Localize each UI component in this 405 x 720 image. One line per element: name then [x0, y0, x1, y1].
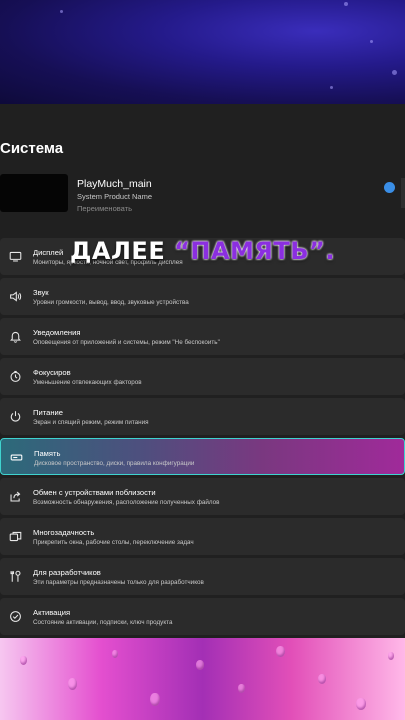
rename-link[interactable]: Переименовать: [77, 204, 132, 213]
device-thumbnail: [0, 174, 68, 212]
settings-item-subtitle: Дисковое пространство, диски, правила ко…: [34, 460, 195, 467]
settings-item-title: Питание: [33, 408, 63, 417]
bell-icon: [9, 330, 22, 343]
focus-icon: [9, 370, 22, 383]
settings-item-subtitle: Эти параметры предназначены только для р…: [33, 579, 204, 586]
page-title: Система: [0, 140, 64, 157]
settings-item-title: Активация: [33, 608, 71, 617]
settings-item-activation[interactable]: Активация Состояние активации, подписки,…: [0, 598, 405, 635]
device-card: PlayMuch_main System Product Name Переим…: [0, 174, 405, 216]
settings-item-subtitle: Уровни громкости, вывод, ввод, звуковые …: [33, 299, 189, 306]
speaker-icon: [9, 290, 22, 303]
settings-item-subtitle: Оповещения от приложений и системы, режи…: [33, 339, 220, 346]
device-model: System Product Name: [77, 192, 153, 201]
settings-item-title: Фокусиров: [33, 368, 71, 377]
settings-item-title: Обмен с устройствами поблизости: [33, 488, 156, 497]
settings-item-power[interactable]: Питание Экран и спящий режим, режим пита…: [0, 398, 405, 435]
onedrive-sync-icon[interactable]: [384, 182, 395, 193]
caption-word-next: ДАЛЕЕ: [70, 237, 166, 265]
settings-item-storage[interactable]: Память Дисковое пространство, диски, пра…: [0, 438, 405, 475]
settings-item-subtitle: Уменьшение отвлекающих факторов: [33, 379, 142, 386]
device-name: PlayMuch_main: [77, 178, 152, 190]
settings-item-nearby-sharing[interactable]: Обмен с устройствами поблизости Возможно…: [0, 478, 405, 515]
settings-item-title: Для разработчиков: [33, 568, 101, 577]
video-background-bottom: [0, 638, 405, 720]
settings-item-developers[interactable]: Для разработчиков Эти параметры предназн…: [0, 558, 405, 595]
side-panel-edge: [401, 178, 405, 208]
settings-item-focus[interactable]: Фокусиров Уменьшение отвлекающих факторо…: [0, 358, 405, 395]
settings-item-subtitle: Состояние активации, подписки, ключ прод…: [33, 619, 173, 626]
settings-item-multitasking[interactable]: Многозадачность Прикрепить окна, рабочие…: [0, 518, 405, 555]
settings-item-notifications[interactable]: Уведомления Оповещения от приложений и с…: [0, 318, 405, 355]
developer-tools-icon: [9, 570, 22, 583]
storage-icon: [10, 451, 23, 464]
activation-icon: [9, 610, 22, 623]
settings-item-subtitle: Возможность обнаружения, расположение по…: [33, 499, 220, 506]
share-icon: [9, 490, 22, 503]
multitask-icon: [9, 530, 22, 543]
settings-item-title: Память: [34, 449, 61, 458]
settings-item-subtitle: Прикрепить окна, рабочие столы, переключ…: [33, 539, 194, 546]
caption-word-memory: “ПАМЯТЬ”.: [174, 237, 335, 265]
settings-item-subtitle: Экран и спящий режим, режим питания: [33, 419, 149, 426]
settings-item-title: Многозадачность: [33, 528, 95, 537]
settings-item-title: Уведомления: [33, 328, 81, 337]
settings-item-sound[interactable]: Звук Уровни громкости, вывод, ввод, звук…: [0, 278, 405, 315]
video-caption: ДАЛЕЕ “ПАМЯТЬ”.: [0, 237, 405, 265]
settings-item-title: Звук: [33, 288, 49, 297]
power-icon: [9, 410, 22, 423]
video-background-top: [0, 0, 405, 104]
settings-window: Система PlayMuch_main System Product Nam…: [0, 104, 405, 638]
